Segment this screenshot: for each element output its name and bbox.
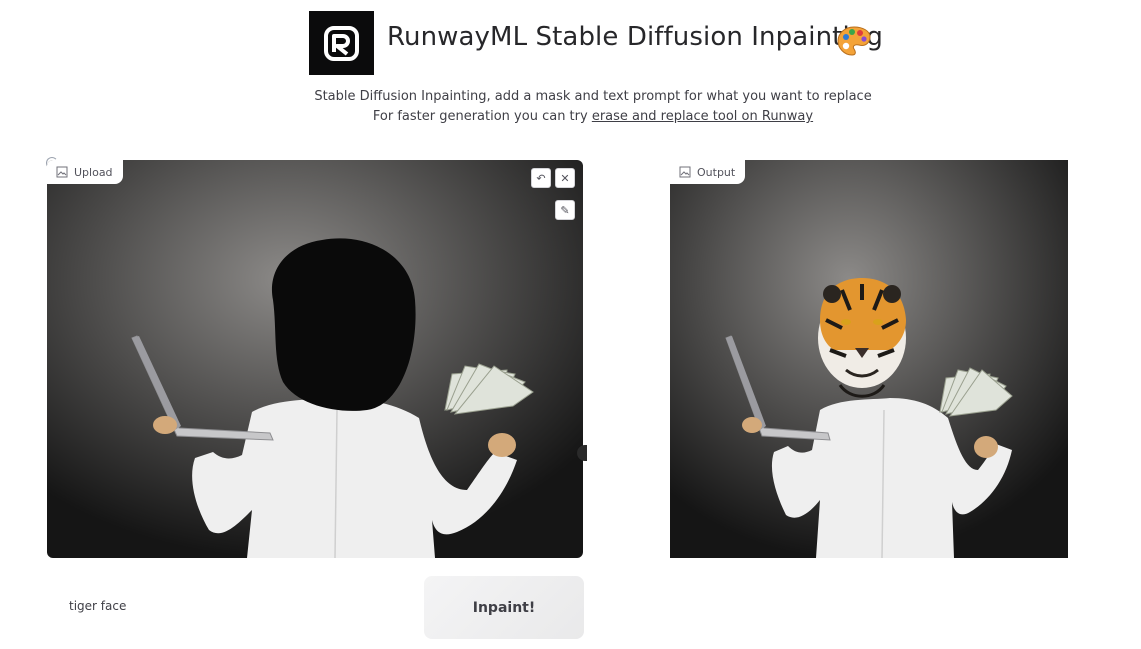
image-icon: [56, 166, 68, 178]
brush-button[interactable]: ✎: [555, 200, 575, 220]
output-label: Output: [670, 160, 746, 184]
upload-label: Upload: [47, 160, 123, 184]
image-icon: [679, 166, 691, 178]
undo-button[interactable]: ↶: [531, 168, 551, 188]
description-prefix: For faster generation you can try: [372, 109, 592, 124]
header: RunwayML Stable Diffusion Inpainting: [0, 10, 1141, 76]
erase-replace-link[interactable]: erase and replace tool on Runway: [592, 109, 813, 124]
upload-image-panel[interactable]: Upload ↶ ✕ ✎: [47, 160, 583, 558]
prompt-input[interactable]: [47, 577, 439, 635]
close-icon: ✕: [560, 171, 570, 185]
undo-icon: ↶: [536, 171, 546, 185]
output-image: [670, 160, 1068, 558]
image-edge-handle: [577, 445, 587, 461]
palette-icon: [837, 26, 871, 56]
brush-icon: ✎: [560, 203, 570, 217]
upload-label-text: Upload: [74, 165, 113, 179]
output-label-text: Output: [697, 165, 736, 179]
description: Stable Diffusion Inpainting, add a mask …: [0, 87, 1141, 127]
runway-logo-icon: [324, 26, 359, 61]
page-title: RunwayML Stable Diffusion Inpainting: [387, 22, 883, 52]
output-image-panel: Output: [670, 160, 1068, 558]
runway-logo: [309, 11, 374, 75]
upload-image: [47, 160, 583, 558]
clear-button[interactable]: ✕: [555, 168, 575, 188]
inpaint-button[interactable]: Inpaint!: [424, 576, 584, 639]
description-line-2: For faster generation you can try erase …: [0, 107, 1141, 127]
description-line-1: Stable Diffusion Inpainting, add a mask …: [314, 89, 872, 104]
